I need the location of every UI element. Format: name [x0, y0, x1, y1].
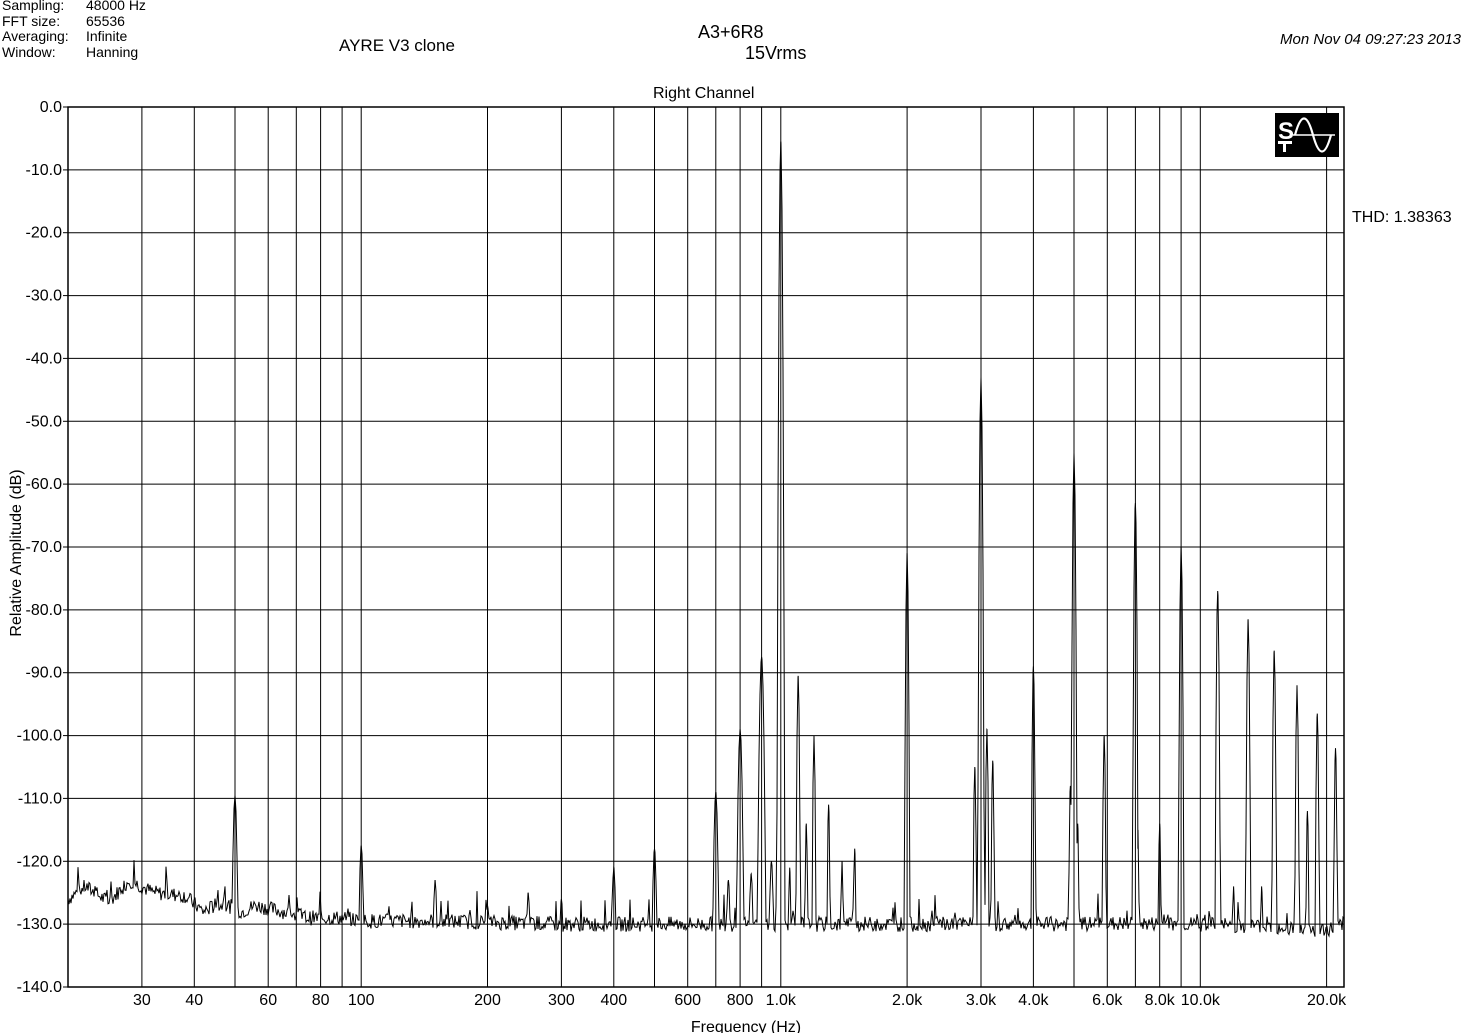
spectrum-chart: 0.0 -10.0 -20.0 -30.0 -40.0 -50.0 -60.0 -70.0 -8… — [8, 99, 1347, 1033]
y-tick-label: -40.0 — [26, 350, 63, 367]
x-tick-label: 10.0k — [1181, 992, 1221, 1009]
y-tick-label: -140.0 — [17, 979, 62, 996]
x-tick-label: 6.0k — [1092, 992, 1123, 1009]
x-tick-label: 3.0k — [966, 992, 997, 1009]
y-tick-label: -30.0 — [26, 288, 63, 305]
x-tick-label: 300 — [548, 992, 575, 1009]
x-tick-label: 200 — [474, 992, 501, 1009]
x-tick-label: 2.0k — [892, 992, 923, 1009]
y-tick-label: -130.0 — [17, 916, 62, 933]
x-tick-label: 100 — [348, 992, 375, 1009]
x-tick-label: 4.0k — [1018, 992, 1049, 1009]
x-tick-label: 8.0k — [1145, 992, 1176, 1009]
x-tick-label: 60 — [259, 992, 277, 1009]
x-tick-label: 800 — [727, 992, 754, 1009]
x-tick-label: 40 — [185, 992, 203, 1009]
spectraplus-logo-icon: S — [1275, 113, 1339, 157]
x-tick-label: 600 — [674, 992, 701, 1009]
y-tick-label: -100.0 — [17, 728, 62, 745]
y-tick-label: -20.0 — [26, 225, 63, 242]
y-axis-label: Relative Amplitude (dB) — [8, 469, 25, 636]
y-tick-label: -120.0 — [17, 853, 62, 870]
x-axis-label: Frequency (Hz) — [691, 1019, 801, 1033]
x-tick-label: 80 — [312, 992, 330, 1009]
x-tick-label: 20.0k — [1307, 992, 1347, 1009]
y-tick-label: -60.0 — [26, 476, 63, 493]
y-tick-label: -80.0 — [26, 602, 63, 619]
y-tick-label: -110.0 — [18, 790, 62, 807]
y-tick-label: 0.0 — [40, 99, 62, 116]
x-tick-label: 1.0k — [766, 992, 797, 1009]
spectrum-trace — [67, 141, 1345, 938]
y-tick-label: -10.0 — [26, 162, 63, 179]
y-tick-label: -70.0 — [26, 539, 63, 556]
x-tick-label: 30 — [133, 992, 151, 1009]
y-tick-label: -50.0 — [26, 413, 63, 430]
svg-text:S: S — [1278, 118, 1294, 145]
y-tick-label: -90.0 — [26, 665, 63, 682]
x-tick-label: 400 — [600, 992, 627, 1009]
